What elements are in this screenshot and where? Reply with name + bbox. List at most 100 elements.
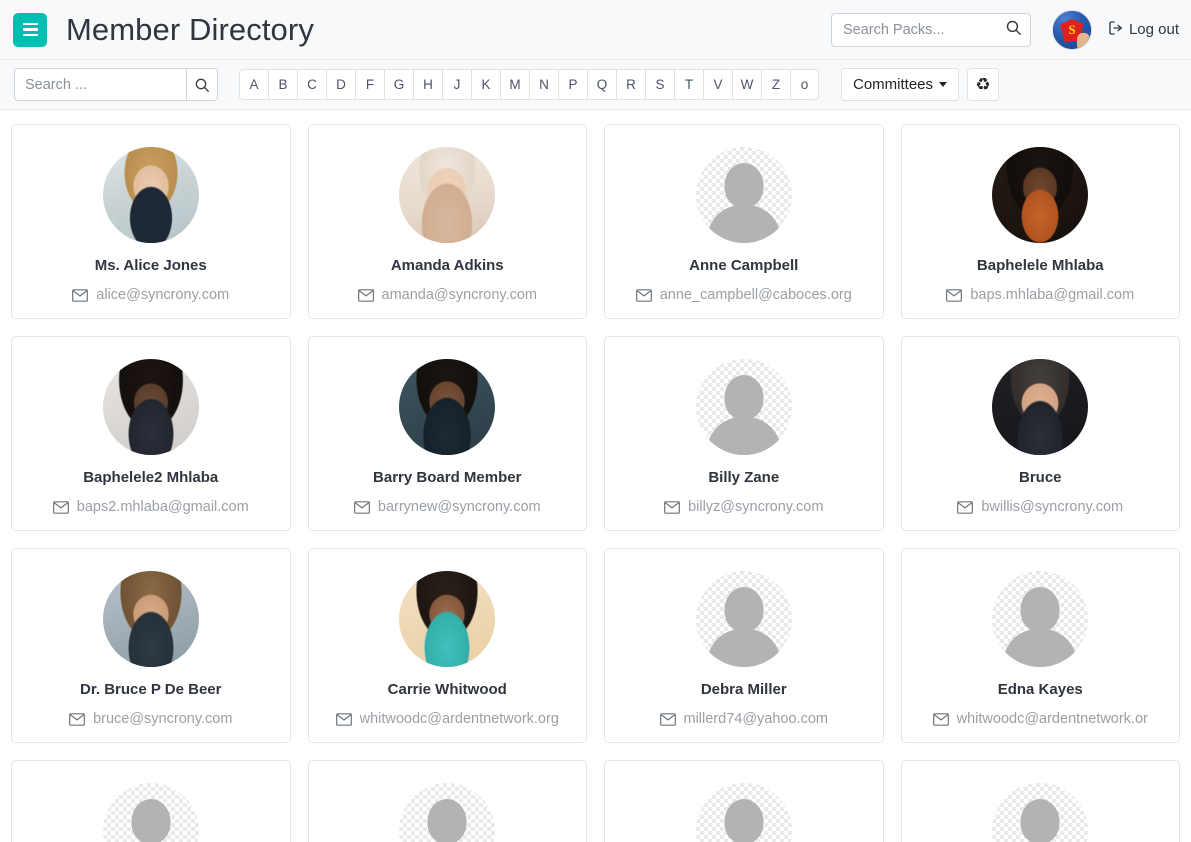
member-email-row[interactable]: whitwoodc@ardentnetwork.or: [927, 711, 1154, 727]
menu-bar-1: [22, 22, 38, 26]
member-card[interactable]: Ms. Alice Jones alice@syncrony.com: [11, 124, 291, 319]
avatar-placeholder-icon: [695, 147, 792, 243]
member-email-row[interactable]: bruce@syncrony.com: [63, 711, 238, 727]
logout-button[interactable]: Log out: [1108, 20, 1179, 40]
alpha-filter-K[interactable]: K: [471, 69, 500, 100]
member-name: Carrie Whitwood: [387, 681, 507, 698]
member-email-row[interactable]: millerd74@yahoo.com: [654, 711, 834, 727]
alpha-filter-T[interactable]: T: [674, 69, 703, 100]
envelope-icon: [69, 712, 85, 726]
logout-icon: [1108, 20, 1124, 40]
alpha-filter-N[interactable]: N: [529, 69, 558, 100]
alpha-filter-o[interactable]: o: [790, 69, 819, 100]
member-card[interactable]: Baphelele2 Mhlaba baps2.mhlaba@gmail.com: [11, 336, 291, 531]
avatar-hand: [1076, 32, 1090, 49]
member-card[interactable]: Billy Zane billyz@syncrony.com: [604, 336, 884, 531]
alpha-filter-F[interactable]: F: [355, 69, 384, 100]
envelope-icon: [659, 712, 676, 726]
member-email-row[interactable]: whitwoodc@ardentnetwork.org: [330, 711, 565, 727]
alpha-filter-R[interactable]: R: [616, 69, 645, 100]
avatar-photo: [992, 147, 1089, 243]
member-email: anne_campbell@caboces.org: [659, 287, 852, 303]
member-avatar: [102, 571, 199, 667]
avatar-placeholder-icon: [695, 783, 792, 842]
avatar-head: [724, 375, 764, 421]
member-email-row[interactable]: baps2.mhlaba@gmail.com: [47, 499, 255, 515]
search-input[interactable]: [14, 68, 186, 101]
member-card[interactable]: Anne Campbell anne_campbell@caboces.org: [604, 124, 884, 319]
superman-s-glyph: S: [1068, 21, 1076, 37]
member-email: millerd74@yahoo.com: [683, 711, 828, 727]
alpha-filter-W[interactable]: W: [732, 69, 761, 100]
member-avatar: [992, 359, 1089, 455]
alpha-filter-H[interactable]: H: [413, 69, 442, 100]
member-card[interactable]: Baphelele Mhlaba baps.mhlaba@gmail.com: [900, 124, 1180, 319]
avatar-body: [1003, 629, 1078, 667]
member-email-row[interactable]: alice@syncrony.com: [66, 287, 235, 303]
alpha-filter-Q[interactable]: Q: [587, 69, 616, 100]
avatar-placeholder-icon: [695, 571, 792, 667]
avatar-photo: [992, 359, 1089, 455]
alpha-filter-A[interactable]: A: [239, 69, 268, 100]
reset-filters-button[interactable]: ♻: [967, 68, 1000, 101]
member-card[interactable]: [604, 760, 884, 842]
member-card[interactable]: [11, 760, 291, 842]
logout-label: Log out: [1128, 21, 1179, 38]
member-email-row[interactable]: barrynew@syncrony.com: [348, 499, 547, 515]
filter-bar: ABCDFGHJKMNPQRSTVWZo Committees ♻: [0, 60, 1191, 110]
avatar-photo: [102, 359, 199, 455]
alpha-filter-B[interactable]: B: [268, 69, 297, 100]
alpha-filter-G[interactable]: G: [384, 69, 413, 100]
alpha-filter-Z[interactable]: Z: [761, 69, 790, 100]
recycle-icon: ♻: [975, 75, 991, 94]
hamburger-menu-icon[interactable]: [13, 12, 47, 47]
member-avatar: [399, 359, 496, 455]
avatar-head: [1020, 587, 1060, 633]
alphabet-filter: ABCDFGHJKMNPQRSTVWZo: [239, 69, 819, 100]
member-email-row[interactable]: anne_campbell@caboces.org: [630, 287, 858, 303]
avatar[interactable]: S: [1051, 9, 1092, 50]
avatar-head: [724, 587, 764, 633]
committees-dropdown[interactable]: Committees: [841, 68, 960, 101]
envelope-icon: [335, 712, 352, 726]
avatar-head: [131, 799, 171, 842]
avatar-placeholder-icon: [695, 359, 792, 455]
search-button[interactable]: [186, 68, 218, 101]
member-avatar: [992, 147, 1089, 243]
pack-search: [830, 12, 1031, 47]
member-card[interactable]: Bruce bwillis@syncrony.com: [900, 336, 1180, 531]
member-name: Dr. Bruce P De Beer: [80, 681, 222, 698]
alpha-filter-D[interactable]: D: [326, 69, 355, 100]
alpha-filter-J[interactable]: J: [442, 69, 471, 100]
member-email-row[interactable]: amanda@syncrony.com: [352, 287, 544, 303]
avatar-head: [724, 799, 764, 842]
member-email-row[interactable]: bwillis@syncrony.com: [951, 499, 1129, 515]
member-card[interactable]: Debra Miller millerd74@yahoo.com: [604, 548, 884, 743]
avatar-placeholder-icon: [399, 783, 496, 842]
member-name: Bruce: [1018, 469, 1062, 486]
member-email: alice@syncrony.com: [96, 287, 230, 303]
avatar-head: [427, 799, 467, 842]
page-title: Member Directory: [66, 11, 314, 47]
alpha-filter-C[interactable]: C: [297, 69, 326, 100]
alpha-filter-M[interactable]: M: [500, 69, 529, 100]
member-name: Barry Board Member: [373, 469, 522, 486]
avatar-photo: [399, 571, 496, 667]
avatar-photo: [399, 359, 496, 455]
member-email: whitwoodc@ardentnetwork.org: [359, 711, 559, 727]
alpha-filter-P[interactable]: P: [558, 69, 587, 100]
member-email-row[interactable]: billyz@syncrony.com: [658, 499, 829, 515]
member-card[interactable]: [307, 760, 587, 842]
member-card[interactable]: Dr. Bruce P De Beer bruce@syncrony.com: [11, 548, 291, 743]
pack-search-input[interactable]: [830, 12, 1031, 47]
alpha-filter-S[interactable]: S: [645, 69, 674, 100]
member-card[interactable]: Barry Board Member barrynew@syncrony.com: [307, 336, 587, 531]
member-email: billyz@syncrony.com: [688, 499, 824, 515]
alpha-filter-V[interactable]: V: [703, 69, 732, 100]
member-card[interactable]: Edna Kayes whitwoodc@ardentnetwork.or: [900, 548, 1180, 743]
member-name: Edna Kayes: [997, 681, 1083, 698]
member-card[interactable]: [900, 760, 1180, 842]
member-card[interactable]: Amanda Adkins amanda@syncrony.com: [307, 124, 587, 319]
member-email-row[interactable]: baps.mhlaba@gmail.com: [940, 287, 1140, 303]
member-card[interactable]: Carrie Whitwood whitwoodc@ardentnetwork.o…: [307, 548, 587, 743]
